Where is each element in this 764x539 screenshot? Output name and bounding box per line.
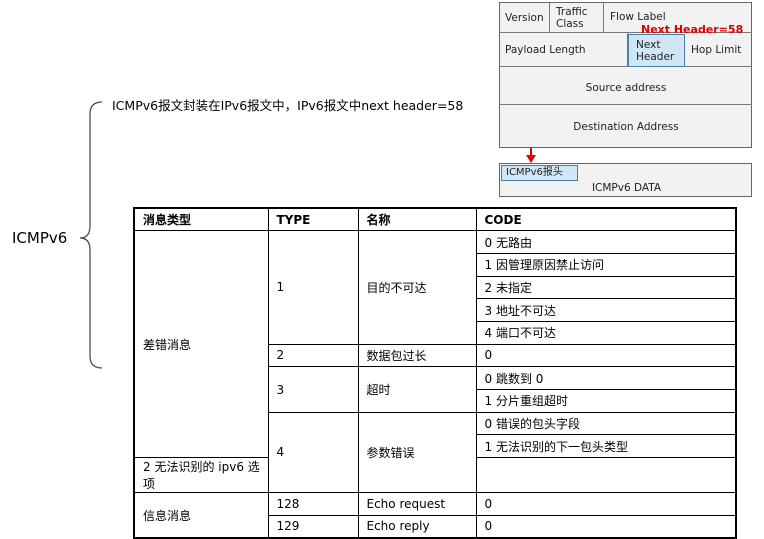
type-cell: 128	[267, 492, 359, 516]
code-cell: 0 跳数到 0	[475, 366, 737, 390]
code-cell: 0 错误的包头字段	[475, 411, 737, 436]
next-header-field: Next Header	[628, 34, 685, 67]
encapsulation-caption: ICMPv6报文封装在IPv6报文中，IPv6报文中next header=58	[112, 98, 464, 113]
code-cell: 1 分片重组超时	[475, 389, 737, 413]
name-cell: 参数错误	[357, 411, 477, 494]
type-cell: 4	[267, 411, 359, 494]
error-messages-group: 差错消息	[133, 230, 269, 459]
name-cell: 超时	[357, 366, 477, 413]
code-cell: 2 未指定	[475, 275, 737, 300]
destination-address-field: Destination Address	[573, 120, 679, 133]
header-message-type: 消息类型	[133, 207, 269, 232]
code-cell: 0 无路由	[475, 230, 737, 254]
table-header-row: 消息类型 TYPE 名称 CODE	[133, 207, 737, 232]
type-cell: 1	[267, 230, 359, 345]
next-header-arrowhead	[526, 155, 536, 163]
icmpv6-header: ICMPv6报头	[501, 165, 578, 181]
info-messages-group: 信息消息	[133, 492, 269, 539]
code-cell: 0	[475, 343, 737, 368]
code-cell: 3 地址不可达	[475, 298, 737, 322]
icmpv6-packet: ICMPv6报头 ICMPv6 DATA	[499, 163, 752, 197]
name-cell: Echo request	[357, 492, 477, 516]
code-cell: 4 端口不可达	[475, 320, 737, 345]
name-cell: 目的不可达	[357, 230, 477, 345]
code-cell: 2 无法识别的 ipv6 选项	[133, 457, 269, 494]
icmpv6-message-table: 消息类型 TYPE 名称 CODE 差错消息 1 目的不可达 0 无路由 1 因…	[133, 207, 737, 539]
table-row: 差错消息 1 目的不可达 0 无路由	[133, 230, 737, 459]
name-cell: 数据包过长	[357, 343, 477, 368]
type-cell: 3	[267, 366, 359, 413]
ipv6-header-diagram: Version Traffic Class Flow Label Next He…	[499, 2, 752, 148]
payload-length-field: Payload Length	[500, 33, 628, 67]
type-cell: 2	[267, 343, 359, 368]
table-row: 信息消息 128 Echo request 0	[133, 492, 737, 539]
code-cell: 0	[475, 514, 737, 539]
curly-brace	[79, 101, 103, 369]
code-cell: 1 因管理原因禁止访问	[475, 252, 737, 277]
hop-limit-field: Hop Limit	[685, 33, 752, 67]
version-field: Version	[500, 3, 550, 33]
source-address-field: Source address	[500, 67, 752, 105]
code-cell: 0	[475, 492, 737, 516]
icmpv6-data: ICMPv6 DATA	[591, 182, 662, 194]
header-code: CODE	[475, 207, 737, 232]
traffic-class-field: Traffic Class	[550, 3, 604, 33]
type-cell: 129	[267, 514, 359, 539]
header-name: 名称	[357, 207, 477, 232]
name-cell: Echo reply	[357, 514, 477, 539]
header-type: TYPE	[267, 207, 359, 232]
code-cell: 1 无法识别的下一包头类型	[475, 434, 737, 459]
